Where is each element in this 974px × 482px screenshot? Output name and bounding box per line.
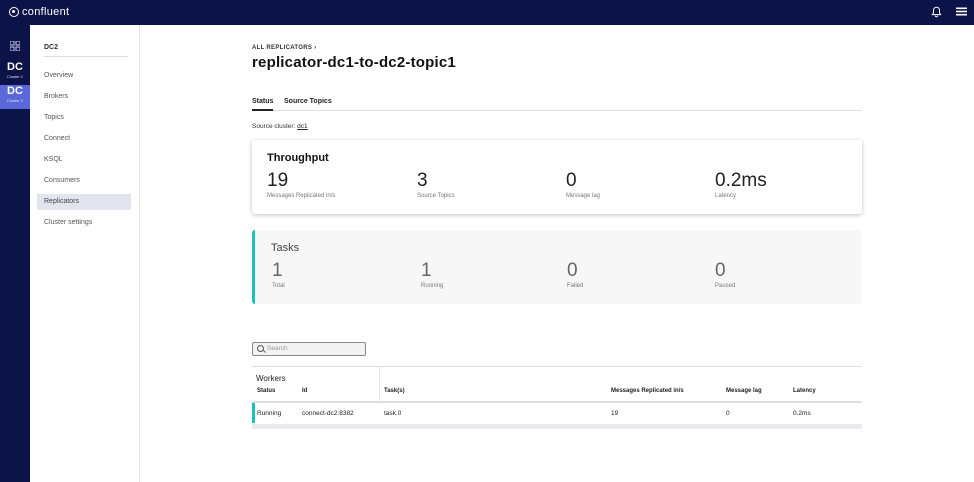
cell-lag: 0 [726,410,730,417]
card-title: Throughput [267,152,329,164]
metric-paused: 0 Paused [715,260,736,290]
metric-value: 19 [267,170,289,191]
metric-failed: 0 Failed [567,260,584,290]
confluent-logo-icon [9,7,19,17]
metric-label: Messages Replicated in/s [267,193,336,199]
table-footer [252,424,862,429]
nav-item-connect[interactable]: Connect [37,131,131,147]
nav-item-consumers[interactable]: Consumers [37,173,131,189]
metric-messages-replicated: 19 Messages Replicated in/s [267,170,336,200]
cell-messages: 19 [611,410,619,417]
grid-icon[interactable] [9,40,21,53]
page-title: replicator-dc1-to-dc2-topic1 [252,54,456,71]
tab-bar: Status Source Topics [252,98,862,111]
cluster-label: DC [7,85,23,97]
metric-label: Running [421,283,444,289]
column-header-id[interactable]: Id [302,388,307,394]
workers-caption: Workers [256,374,286,383]
metric-label: Latency [715,193,737,199]
search-icon [257,345,264,352]
card-title: Tasks [271,242,300,254]
metric-label: Paused [715,283,736,289]
hamburger-menu-icon[interactable] [956,6,967,19]
metric-value: 3 [417,170,428,191]
confluent-logo[interactable]: confluent [9,6,69,18]
source-cluster-label: Source cluster: [252,123,296,130]
column-header-latency[interactable]: Latency [793,388,816,394]
divider [379,366,380,402]
metric-latency: 0.2ms Latency [715,170,767,200]
cell-tasks: task.0 [384,410,402,417]
column-header-status[interactable]: Status [257,388,275,394]
cell-id: connect-dc2:8382 [302,410,354,417]
search-input[interactable]: Search [252,342,366,356]
cluster-dc1-button[interactable]: DC Cluster 1 [0,61,30,85]
column-header-messages-replicated[interactable]: Messages Replicated in/s [611,388,684,394]
top-bar: confluent [0,0,974,25]
cluster-rail: DC Cluster 1 DC Cluster 2 [0,25,30,482]
metric-value: 0.2ms [715,170,767,191]
nav-item-overview[interactable]: Overview [37,68,131,84]
search-placeholder: Search [267,345,288,352]
breadcrumb[interactable]: ALL REPLICATORS › [252,45,316,51]
metric-source-topics: 3 Source Topics [417,170,455,200]
throughput-card: Throughput 19 Messages Replicated in/s 3… [252,140,862,214]
workers-table: Workers Status Id Task(s) Messages Repli… [252,366,862,432]
metric-running: 1 Running [421,260,444,290]
divider [44,56,128,57]
metric-value: 0 [567,260,578,281]
metric-value: 1 [272,260,283,281]
column-header-message-lag[interactable]: Message lag [726,388,762,394]
metric-value: 0 [715,260,726,281]
metric-label: Failed [567,283,584,289]
cluster-sublabel: Cluster 2 [6,98,23,103]
metric-label: Source Topics [417,193,455,199]
nav-item-topics[interactable]: Topics [37,110,131,126]
side-navigation: DC2 Overview Brokers Topics Connect KSQL… [30,25,140,482]
tab-source-topics[interactable]: Source Topics [284,98,332,111]
nav-item-replicators[interactable]: Replicators [37,194,131,210]
source-cluster-link[interactable]: dc1 [297,123,307,130]
cell-latency: 0.2ms [793,410,811,417]
metric-total: 1 Total [272,260,285,290]
nav-item-cluster-settings[interactable]: Cluster settings [37,215,131,231]
source-cluster: Source cluster: dc1 [252,123,308,130]
table-row[interactable]: Running connect-dc2:8382 task.0 19 0 0.2… [252,403,862,423]
tasks-card: Tasks 1 Total 1 Running 0 Failed 0 Pause… [252,230,862,304]
cluster-sublabel: Cluster 1 [6,74,23,79]
cluster-dc2-button[interactable]: DC Cluster 2 [0,85,30,109]
metric-value: 0 [566,170,577,191]
main-content: ALL REPLICATORS › replicator-dc1-to-dc2-… [140,25,974,482]
cell-status: Running [257,410,282,417]
column-header-tasks[interactable]: Task(s) [384,388,405,394]
nav-item-ksql[interactable]: KSQL [37,152,131,168]
logo-text: confluent [22,6,70,18]
metric-message-lag: 0 Message lag [566,170,601,200]
cluster-label: DC [7,61,23,73]
divider [252,366,862,367]
metric-label: Total [272,283,285,289]
metric-value: 1 [421,260,432,281]
tab-status[interactable]: Status [252,98,274,111]
metric-label: Message lag [566,193,601,199]
bell-icon[interactable] [931,6,942,20]
nav-item-brokers[interactable]: Brokers [37,89,131,105]
cluster-title: DC2 [44,44,59,51]
